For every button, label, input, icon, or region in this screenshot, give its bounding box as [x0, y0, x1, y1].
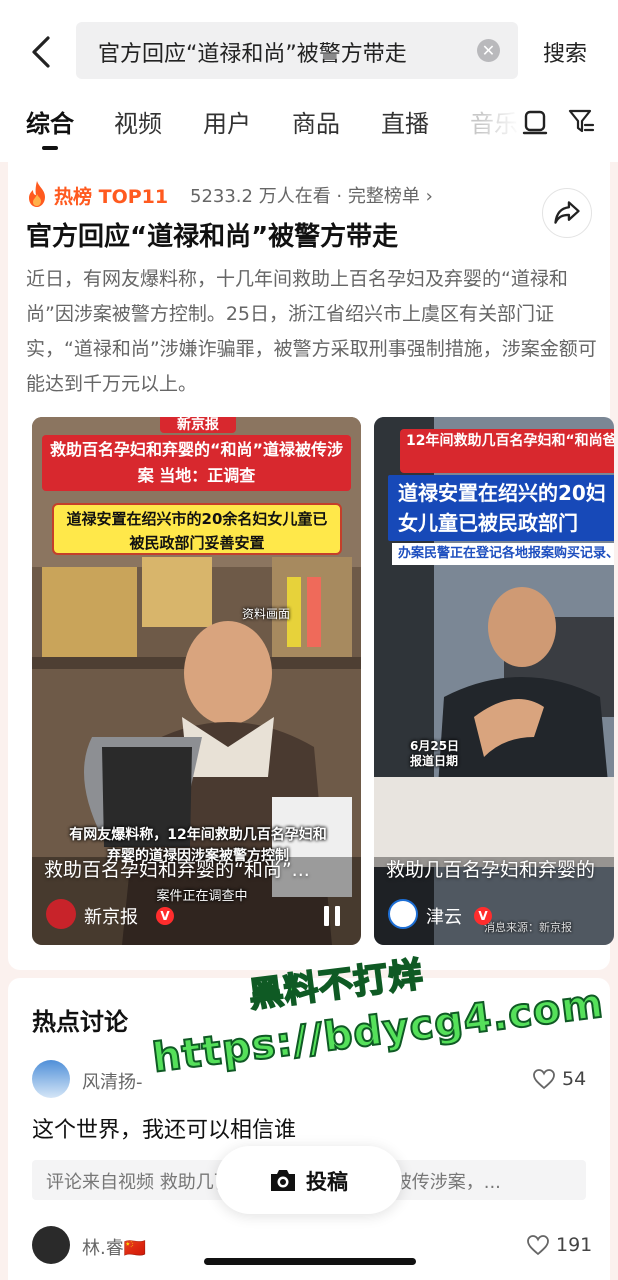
search-box[interactable]: 官方回应“道禄和尚”被警方带走 ✕ — [76, 22, 518, 79]
tab-video[interactable]: 视频 — [114, 104, 162, 139]
summary-text: 近日，有网友爆料称，十几年间救助上百名孕妇及弃婴的“道禄和尚”因涉案被警方控制。… — [26, 268, 597, 395]
comment-text[interactable]: 这个世界，我还可以相信谁 — [32, 1112, 296, 1144]
tab-fade-overlay — [480, 100, 520, 160]
hot-topic-card[interactable]: 热榜 TOP11 5233.2 万人在看 · 完整榜单 › 官方回应“道禄和尚”… — [8, 162, 614, 970]
active-tab-indicator — [42, 146, 58, 150]
verified-badge-icon: V — [474, 907, 492, 925]
scene-label: 资料画面 — [242, 607, 291, 621]
brand-tag: 新京报 — [160, 417, 236, 433]
back-arrow-icon[interactable] — [26, 32, 58, 72]
video-yellow-banner: 道禄安置在绍兴市的20余名妇女儿童已被民政部门妥善安置 — [52, 503, 342, 555]
video-blue-banner: 道禄安置在绍兴的20妇女儿童已被民政部门 — [388, 475, 614, 541]
post-button[interactable]: 投稿 — [216, 1146, 402, 1214]
comment-user[interactable]: 风清扬- — [82, 1068, 143, 1094]
like-count: 54 — [562, 1068, 587, 1090]
heart-icon[interactable] — [526, 1234, 550, 1256]
share-button[interactable] — [542, 188, 592, 238]
source-avatar — [388, 899, 418, 929]
video-card[interactable]: 12年间救助几百名孕妇和“和尚爸爸”道禄因涉案被警 道禄安置在绍兴的20妇女儿童… — [374, 417, 614, 945]
search-button[interactable]: 搜索 — [543, 36, 587, 68]
clear-icon[interactable]: ✕ — [477, 39, 500, 62]
tab-user[interactable]: 用户 — [203, 104, 251, 139]
camera-icon — [271, 1170, 295, 1191]
verified-badge-icon: V — [156, 907, 174, 925]
home-indicator — [204, 1258, 416, 1265]
layout-toggle-icon[interactable] — [520, 106, 550, 136]
hot-rank-label: 热榜 TOP11 — [54, 186, 169, 208]
like-count: 191 — [556, 1234, 593, 1256]
source-name[interactable]: 津云 — [426, 903, 462, 929]
heart-icon[interactable] — [532, 1068, 556, 1090]
tab-goods[interactable]: 商品 — [292, 104, 340, 139]
info-source: 消息来源：新京报 — [484, 921, 572, 934]
category-tabs: 综合 视频 用户 商品 直播 音乐 — [0, 100, 618, 162]
headline[interactable]: 官方回应“道禄和尚”被警方带走 — [26, 216, 398, 253]
filter-icon[interactable] — [566, 106, 596, 136]
fire-icon — [29, 181, 45, 207]
tab-general[interactable]: 综合 — [26, 104, 74, 139]
video-subtitle-2: 案件正在调查中 — [156, 889, 248, 904]
source-name[interactable]: 新京报 — [84, 903, 138, 929]
search-input[interactable]: 官方回应“道禄和尚”被警方带走 — [98, 36, 407, 68]
avatar[interactable] — [32, 1060, 70, 1098]
date-label: 6月25日 报道日期 — [410, 739, 460, 768]
post-button-label: 投稿 — [306, 1170, 348, 1194]
video-sub-banner: 办案民警正在登记各地报案购买记录、转账记录等证据 — [392, 543, 614, 565]
section-title: 热点讨论 — [32, 1008, 128, 1036]
hot-viewers[interactable]: 5233.2 万人在看 · 完整榜单 › — [190, 182, 433, 208]
video-red-banner: 12年间救助几百名孕妇和“和尚爸爸”道禄因涉案被警 — [400, 429, 614, 473]
video-title[interactable]: 救助几百名孕妇和弃婴的 — [386, 855, 595, 882]
video-red-banner: 救助百名孕妇和弃婴的“和尚”道禄被传涉案 当地：正调查 — [42, 435, 351, 491]
top-bar: 官方回应“道禄和尚”被警方带走 ✕ 搜索 — [0, 0, 618, 100]
source-avatar — [46, 899, 76, 929]
avatar[interactable] — [32, 1226, 70, 1264]
share-icon — [554, 201, 580, 224]
comment-user[interactable]: 林.睿🇨🇳 — [82, 1234, 146, 1260]
video-card[interactable]: 新京报 救助百名孕妇和弃婴的“和尚”道禄被传涉案 当地：正调查 道禄安置在绍兴市… — [32, 417, 361, 945]
pause-icon[interactable] — [322, 905, 342, 927]
video-title[interactable]: 救助百名孕妇和弃婴的“和尚”... — [44, 855, 310, 882]
tab-live[interactable]: 直播 — [381, 104, 429, 139]
